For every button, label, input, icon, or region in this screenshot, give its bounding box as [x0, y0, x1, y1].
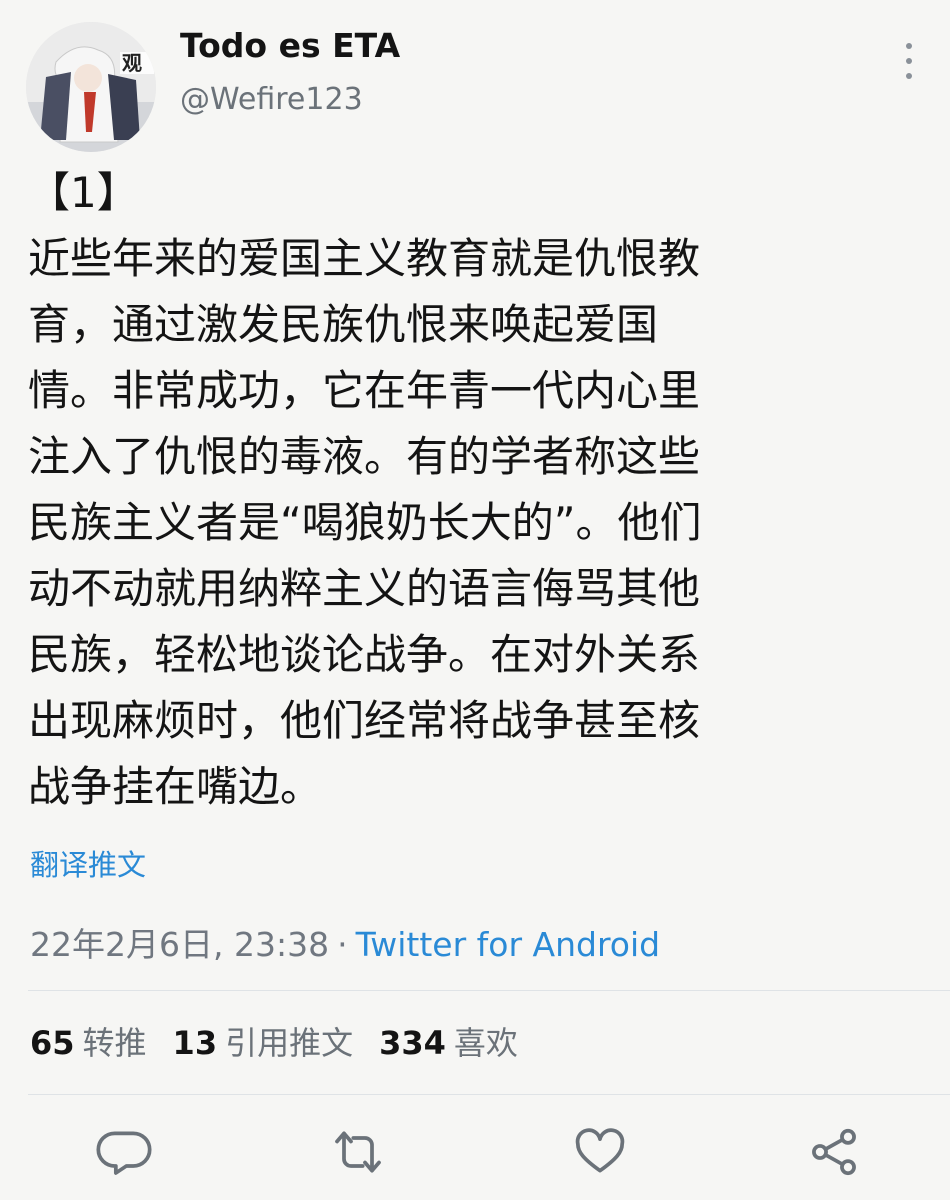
quotes-count: 13 [172, 1024, 218, 1062]
likes-label: 喜欢 [453, 1024, 518, 1062]
more-options-button[interactable] [894, 36, 924, 86]
divider [28, 1094, 950, 1095]
source-link[interactable]: Twitter for Android [356, 925, 661, 964]
quotes-label: 引用推文 [225, 1024, 354, 1062]
reply-button[interactable] [96, 1124, 152, 1180]
more-vertical-icon [906, 43, 912, 79]
retweet-button[interactable] [330, 1124, 386, 1180]
retweet-icon [335, 1131, 381, 1173]
avatar-text: 观 [122, 51, 142, 75]
tweet-line: 育，通过激发民族仇恨来唤起爱国 [28, 300, 659, 349]
reply-icon [96, 1131, 152, 1175]
tweet-line: 【1】 [28, 168, 139, 217]
user-handle[interactable]: @Wefire123 [180, 82, 363, 117]
tweet-line: 动不动就用纳粹主义的语言侮骂其他 [28, 564, 701, 613]
tweet-line: 近些年来的爱国主义教育就是仇恨教 [28, 234, 701, 283]
translate-tweet-link[interactable]: 翻译推文 [30, 842, 146, 884]
likes-count: 334 [379, 1024, 446, 1062]
meta-separator: · [337, 925, 348, 964]
retweets-count: 65 [30, 1024, 75, 1062]
retweets-label: 转推 [82, 1024, 147, 1062]
tweet-meta: 22年2月6日, 23:38 · Twitter for Android [30, 918, 660, 966]
tweet-line: 民族，轻松地谈论战争。在对外关系 [28, 630, 701, 679]
divider [28, 990, 950, 991]
tweet-text: 【1】 近些年来的爱国主义教育就是仇恨教 育，通过激发民族仇恨来唤起爱国 情。非… [28, 160, 908, 820]
tweet-line: 出现麻烦时，他们经常将战争甚至核 [28, 696, 701, 745]
tweet-line: 注入了仇恨的毒液。有的学者称这些 [28, 432, 701, 481]
heart-icon [575, 1128, 625, 1173]
retweets-stat[interactable]: 65 转推 [30, 1018, 147, 1064]
display-name[interactable]: Todo es ETA [180, 26, 400, 65]
avatar[interactable]: 观 [26, 22, 156, 152]
tweet-line: 战争挂在嘴边。 [28, 762, 323, 811]
tweet-line: 情。非常成功，它在年青一代内心里 [28, 366, 701, 415]
likes-stat[interactable]: 334 喜欢 [379, 1018, 518, 1064]
share-button[interactable] [806, 1124, 862, 1180]
avatar-image: 观 [26, 22, 156, 152]
tweet-stats: 65 转推 13 引用推文 334 喜欢 [30, 1018, 544, 1064]
tweet-line: 民族主义者是“喝狼奶长大的”。他们 [28, 498, 702, 547]
like-button[interactable] [572, 1124, 628, 1180]
timestamp[interactable]: 22年2月6日, 23:38 [30, 925, 329, 964]
quotes-stat[interactable]: 13 引用推文 [173, 1018, 354, 1064]
share-icon [812, 1128, 856, 1176]
